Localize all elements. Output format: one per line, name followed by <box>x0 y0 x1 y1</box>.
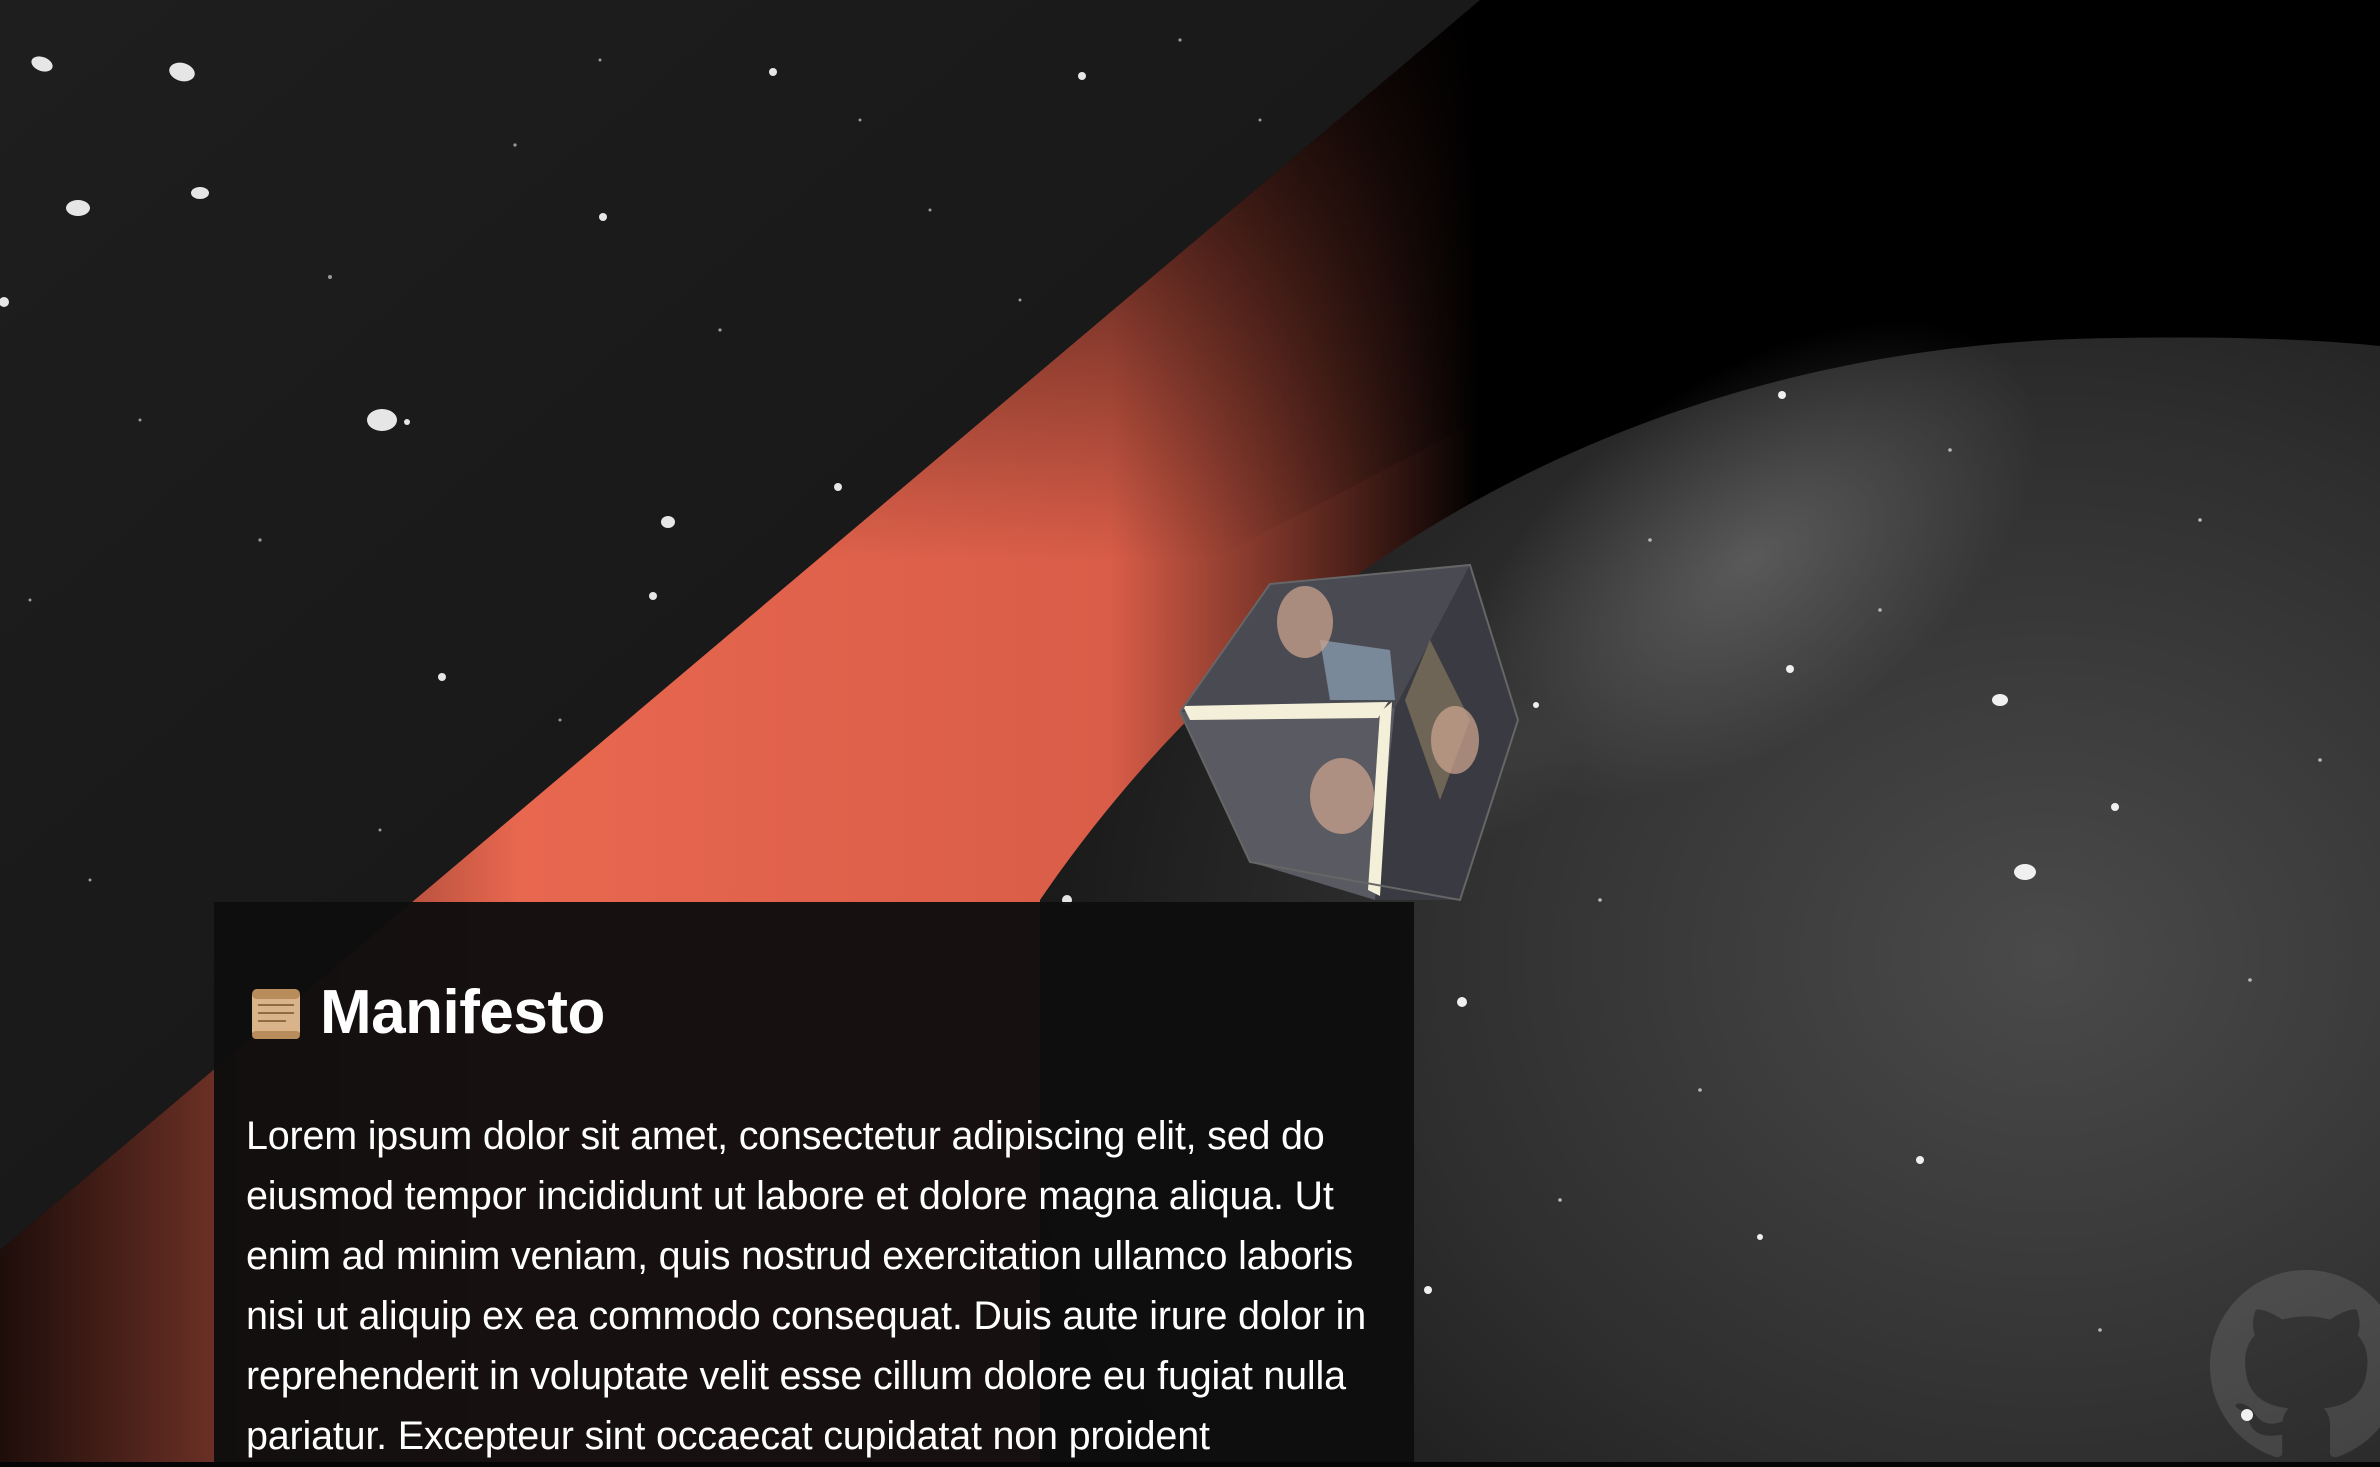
manifesto-body-text: Lorem ipsum dolor sit amet, consectetur … <box>246 1114 1366 1458</box>
manifesto-panel: Manifesto Lorem ipsum dolor sit amet, co… <box>214 902 1414 1462</box>
manifesto-heading: Manifesto <box>246 982 1382 1044</box>
scroll-icon <box>252 989 300 1039</box>
github-icon <box>2210 1270 2380 1458</box>
manifesto-title: Manifesto <box>320 978 605 1047</box>
github-link[interactable] <box>2210 1270 2380 1462</box>
